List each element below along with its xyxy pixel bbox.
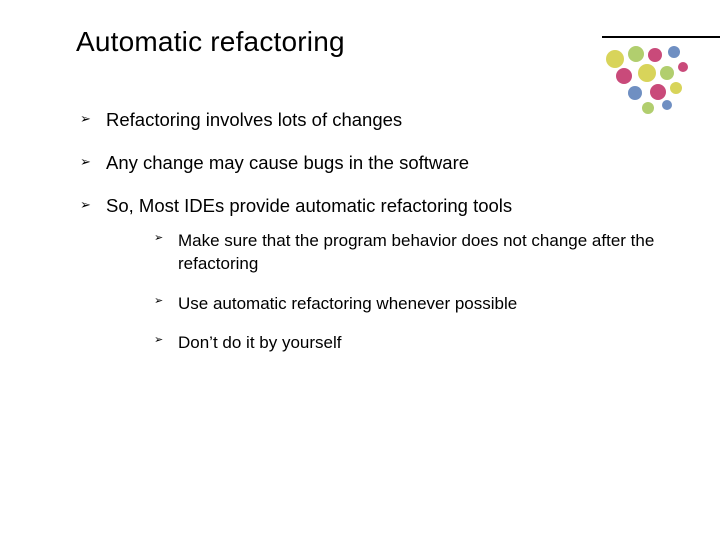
slide-title: Automatic refactoring [76, 26, 690, 58]
dot-icon [660, 66, 674, 80]
bullet-text: Don’t do it by yourself [178, 333, 341, 352]
slide: Automatic refactoring Refactoring involv… [0, 0, 720, 540]
bullet-list: Refactoring involves lots of changes Any… [80, 108, 690, 355]
list-item: Use automatic refactoring whenever possi… [154, 292, 690, 315]
bullet-text: Any change may cause bugs in the softwar… [106, 152, 469, 173]
bullet-text: Use automatic refactoring whenever possi… [178, 294, 517, 313]
sub-bullet-list: Make sure that the program behavior does… [106, 229, 690, 355]
dot-icon [638, 64, 656, 82]
bullet-text: Make sure that the program behavior does… [178, 231, 654, 273]
dot-icon [670, 82, 682, 94]
bullet-text: Refactoring involves lots of changes [106, 109, 402, 130]
list-item: Refactoring involves lots of changes [80, 108, 690, 133]
list-item: Any change may cause bugs in the softwar… [80, 151, 690, 176]
bullet-text: So, Most IDEs provide automatic refactor… [106, 195, 512, 216]
list-item: Make sure that the program behavior does… [154, 229, 690, 276]
accent-line [602, 36, 720, 38]
list-item: So, Most IDEs provide automatic refactor… [80, 194, 690, 355]
list-item: Don’t do it by yourself [154, 331, 690, 354]
slide-header: Automatic refactoring [0, 0, 720, 94]
dot-icon [616, 68, 632, 84]
slide-content: Refactoring involves lots of changes Any… [0, 94, 720, 355]
dot-icon [678, 62, 688, 72]
